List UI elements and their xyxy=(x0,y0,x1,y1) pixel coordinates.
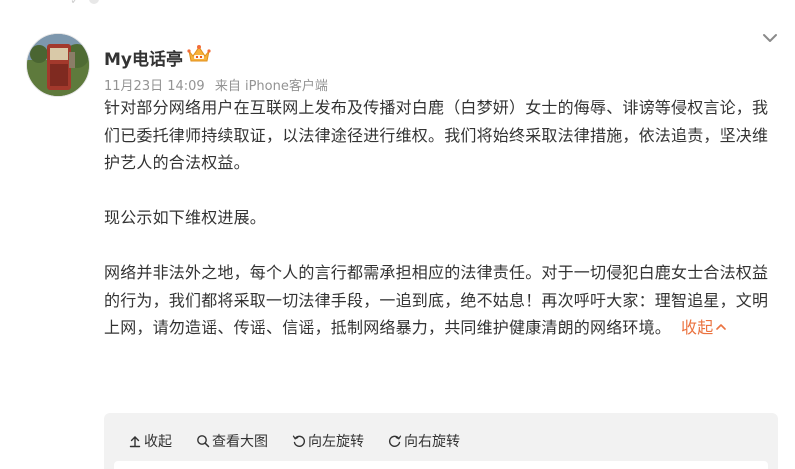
rotate-right-button-label: 向右旋转 xyxy=(404,434,460,450)
arrow-up-icon xyxy=(129,436,141,448)
collapse-button-label: 收起 xyxy=(144,434,172,450)
rotate-left-button[interactable]: 向左旋转 xyxy=(292,431,364,451)
view-large-button-label: 查看大图 xyxy=(212,434,268,450)
post-source: 来自 iPhone客户端 xyxy=(214,79,328,94)
check-icon: ✓ xyxy=(70,0,81,7)
view-large-button[interactable]: 查看大图 xyxy=(196,431,268,451)
media-toolbar: 收起 查看大图 向左旋转 向右旋转 xyxy=(128,431,460,451)
avatar[interactable] xyxy=(26,33,90,97)
author-name[interactable]: My电话亭 xyxy=(104,45,183,70)
media-panel: 收起 查看大图 向左旋转 向右旋转 xyxy=(104,413,778,469)
post-paragraph-2: 现公示如下维权进展。 xyxy=(104,208,267,227)
chevron-down-icon[interactable] xyxy=(760,28,780,48)
rotate-left-button-label: 向左旋转 xyxy=(308,434,364,450)
collapse-button[interactable]: 收起 xyxy=(128,431,172,451)
rotate-left-icon xyxy=(292,435,306,447)
collapse-link[interactable]: 收起 xyxy=(681,318,727,337)
post-meta: 11月23日 14:09 来自 iPhone客户端 xyxy=(104,75,328,94)
post-paragraph-1: 针对部分网络用户在互联网上发布及传播对白鹿（白梦妍）女士的侮辱、诽谤等侵权言论，… xyxy=(104,98,769,172)
post-paragraph-3: 网络并非法外之地，每个人的言行都需承担相应的法律责任。对于一切侵犯白鹿女士合法权… xyxy=(104,259,776,342)
collapse-link-label: 收起 xyxy=(681,318,714,337)
rotate-right-icon xyxy=(388,435,402,447)
rotate-right-button[interactable]: 向右旋转 xyxy=(388,431,460,451)
vip-crown-icon[interactable] xyxy=(186,43,212,65)
post-paragraph-3-text: 网络并非法外之地，每个人的言行都需承担相应的法律责任。对于一切侵犯白鹿女士合法权… xyxy=(104,263,769,337)
post-content: 针对部分网络用户在互联网上发布及传播对白鹿（白梦妍）女士的侮辱、诽谤等侵权言论，… xyxy=(104,94,776,342)
dot-icon xyxy=(89,0,99,4)
chevron-up-icon xyxy=(716,324,727,330)
post-date[interactable]: 11月23日 14:09 xyxy=(104,79,205,94)
search-icon xyxy=(197,435,210,448)
weibo-post: ✓ My电话亭 11月23日 14:09 来自 iPhone客户端 针对部分网络… xyxy=(0,0,795,469)
media-image-area[interactable] xyxy=(114,461,768,469)
